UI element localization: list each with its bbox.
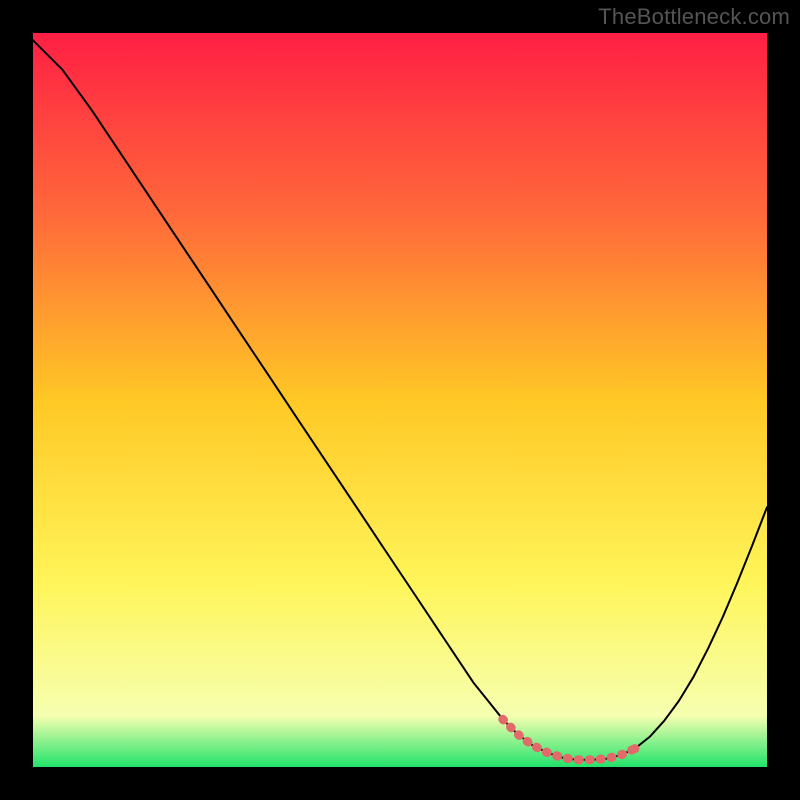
highlight-end-dot [630, 744, 639, 753]
gradient-background [33, 33, 767, 767]
chart-figure: TheBottleneck.com [0, 0, 800, 800]
plot-area [33, 33, 767, 767]
chart-svg [33, 33, 767, 767]
watermark-text: TheBottleneck.com [598, 4, 790, 30]
